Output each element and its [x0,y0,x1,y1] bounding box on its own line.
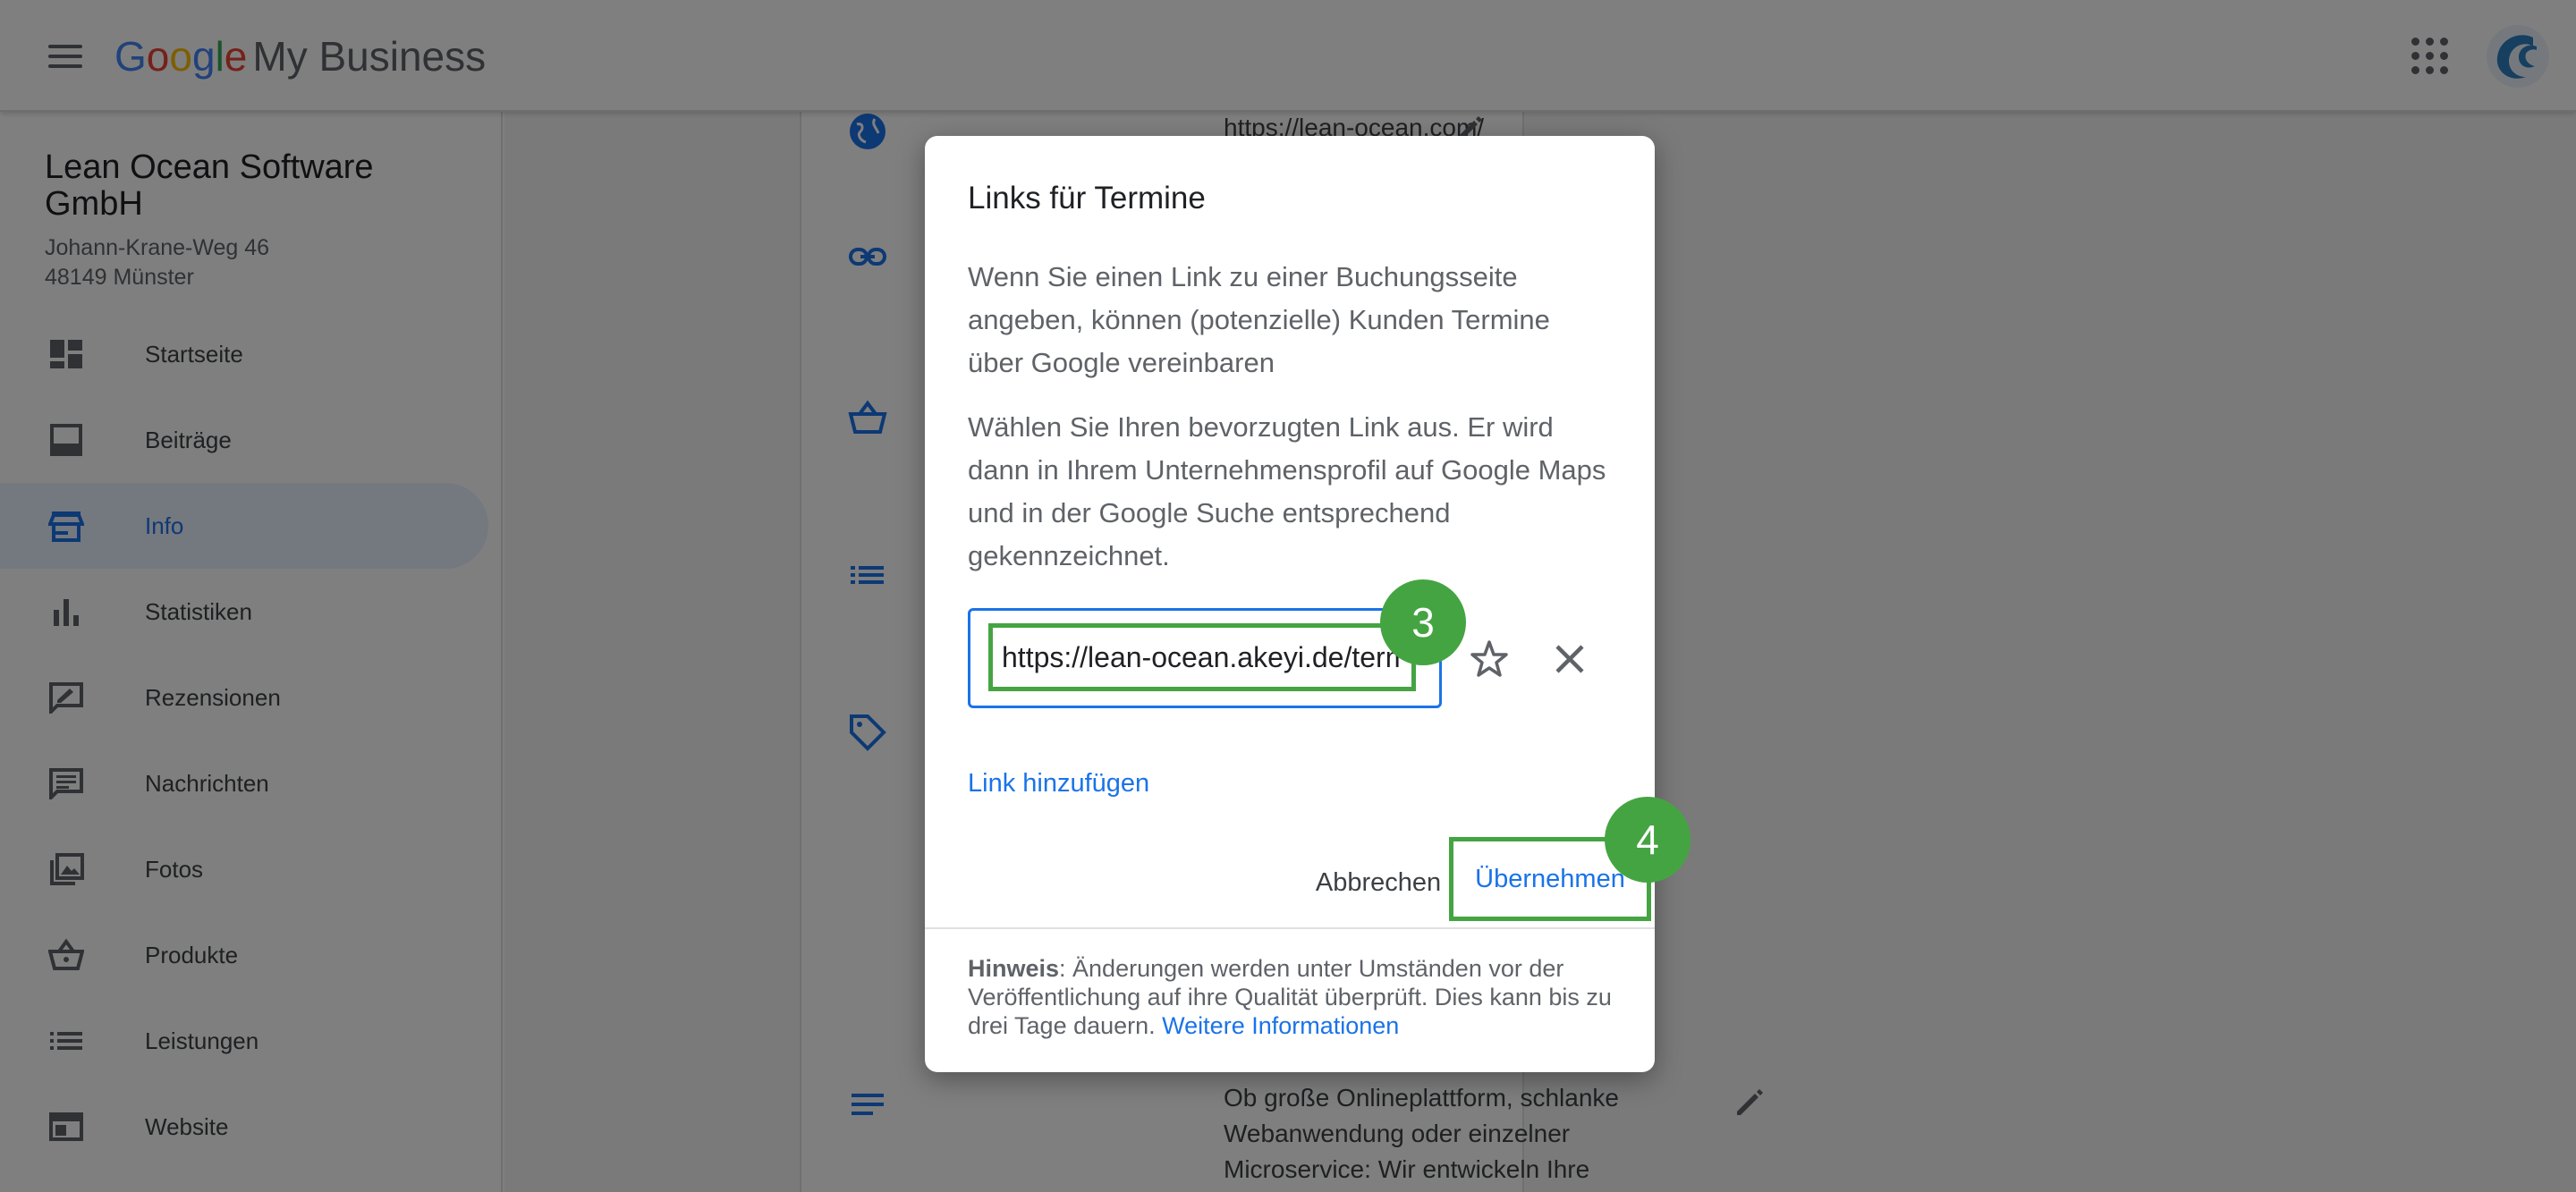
dialog-title: Links für Termine [968,181,1206,216]
close-icon[interactable] [1537,626,1603,692]
star-icon[interactable] [1456,626,1522,692]
dialog-note: Hinweis: Änderungen werden unter Umständ… [968,954,1621,1040]
step-badge-3: 3 [1380,579,1466,665]
add-link-button[interactable]: Link hinzufügen [968,765,1149,801]
note-label: Hinweis [968,955,1060,982]
dialog-description: Wenn Sie einen Link zu einer Buchungssei… [968,261,1550,378]
step-badge-4: 4 [1605,797,1690,883]
url-field-container[interactable] [968,608,1442,708]
appointment-links-dialog: Links für Termine Wenn Sie einen Link zu… [925,136,1655,1072]
more-info-link[interactable]: Weitere Informationen [1162,1012,1399,1039]
booking-url-input[interactable] [988,623,1416,691]
dialog-instructions: Wählen Sie Ihren bevorzugten Link aus. E… [968,411,1606,571]
cancel-button[interactable]: Abbrechen [1283,851,1474,914]
dialog-divider [925,927,1655,929]
